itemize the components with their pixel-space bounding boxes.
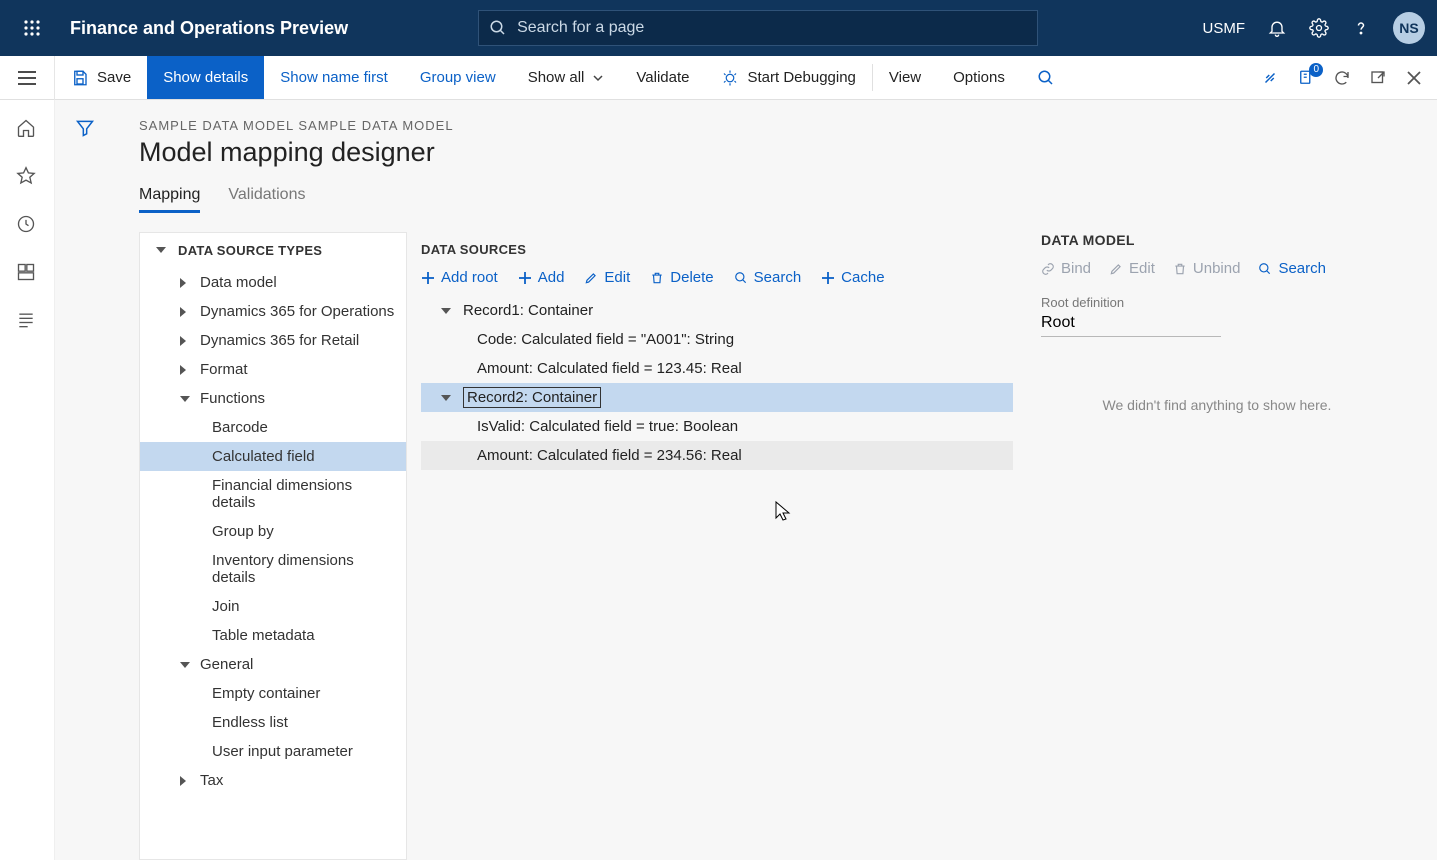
ds-node[interactable]: Amount: Calculated field = 234.56: Real	[421, 441, 1013, 470]
show-name-first-button[interactable]: Show name first	[264, 56, 404, 99]
view-menu[interactable]: View	[873, 56, 937, 99]
dst-item[interactable]: Barcode	[140, 413, 406, 442]
dst-item[interactable]: Dynamics 365 for Retail	[140, 326, 406, 355]
search-button[interactable]: Search	[1258, 260, 1326, 277]
caret-right-icon	[180, 307, 186, 317]
empty-state-text: We didn't find anything to show here.	[1041, 397, 1393, 413]
dst-item[interactable]: Group by	[140, 517, 406, 546]
refresh-icon[interactable]	[1331, 67, 1353, 89]
show-details-button[interactable]: Show details	[147, 56, 264, 99]
home-icon[interactable]	[16, 118, 38, 140]
panel-data-source-types: DATA SOURCE TYPES Data modelDynamics 365…	[139, 232, 407, 860]
dst-item[interactable]: Empty container	[140, 679, 406, 708]
recent-icon[interactable]	[16, 214, 38, 236]
panel-data-model: DATA MODEL Bind Edit Unbind Search Root …	[1027, 232, 1407, 860]
dst-item[interactable]: Data model	[140, 268, 406, 297]
dst-item[interactable]: Calculated field	[140, 442, 406, 471]
dst-item[interactable]: User input parameter	[140, 737, 406, 766]
caret-down-icon	[156, 247, 166, 253]
app-title: Finance and Operations Preview	[70, 18, 348, 39]
modules-icon[interactable]	[16, 310, 38, 332]
dst-item[interactable]: Format	[140, 355, 406, 384]
dst-item[interactable]: Tax	[140, 766, 406, 795]
action-search-button[interactable]	[1021, 56, 1071, 99]
tab-mapping[interactable]: Mapping	[139, 186, 200, 213]
edit-button[interactable]: Edit	[1109, 260, 1155, 277]
search-button[interactable]: Search	[734, 269, 802, 286]
root-definition-label: Root definition	[1041, 295, 1393, 310]
favorites-icon[interactable]	[16, 166, 38, 188]
company-label[interactable]: USMF	[1203, 20, 1246, 37]
group-view-button[interactable]: Group view	[404, 56, 512, 99]
show-all-dropdown[interactable]: Show all	[512, 56, 621, 99]
dst-item[interactable]: Financial dimensions details	[140, 471, 406, 517]
global-search-input[interactable]	[517, 19, 1027, 37]
caret-right-icon	[180, 365, 186, 375]
delete-button[interactable]: Delete	[650, 269, 713, 286]
add-root-button[interactable]: Add root	[421, 269, 498, 286]
caret-down-icon	[441, 308, 451, 314]
ds-header: DATA SOURCES	[421, 232, 1013, 263]
dst-header[interactable]: DATA SOURCE TYPES	[140, 233, 406, 268]
caret-down-icon	[441, 395, 451, 401]
save-icon	[71, 69, 89, 87]
caret-down-icon	[180, 396, 190, 402]
caret-right-icon	[180, 278, 186, 288]
page-title: Model mapping designer	[139, 137, 1437, 168]
ds-node[interactable]: IsValid: Calculated field = true: Boolea…	[421, 412, 1013, 441]
caret-down-icon	[180, 662, 190, 668]
link-icon[interactable]	[1259, 67, 1281, 89]
app-launcher-icon[interactable]	[12, 19, 52, 37]
popout-icon[interactable]	[1367, 67, 1389, 89]
nav-toggle[interactable]	[0, 56, 55, 100]
add-button[interactable]: Add	[518, 269, 565, 286]
filter-icon[interactable]	[75, 118, 95, 860]
action-bar: Save Show details Show name first Group …	[0, 56, 1437, 100]
start-debugging-button[interactable]: Start Debugging	[705, 56, 871, 99]
gear-icon[interactable]	[1309, 18, 1329, 38]
global-search[interactable]	[478, 10, 1038, 46]
caret-right-icon	[180, 336, 186, 346]
search-icon	[489, 19, 507, 37]
bell-icon[interactable]	[1267, 18, 1287, 38]
dm-header: DATA MODEL	[1041, 232, 1393, 260]
dst-item[interactable]: Join	[140, 592, 406, 621]
main-content: SAMPLE DATA MODEL SAMPLE DATA MODEL Mode…	[55, 100, 1437, 860]
validate-button[interactable]: Validate	[620, 56, 705, 99]
ds-node[interactable]: Record1: Container	[421, 296, 1013, 325]
ds-node[interactable]: Code: Calculated field = "A001": String	[421, 325, 1013, 354]
search-icon	[1037, 69, 1055, 87]
save-button[interactable]: Save	[55, 56, 147, 99]
dst-item[interactable]: Dynamics 365 for Operations	[140, 297, 406, 326]
caret-right-icon	[180, 776, 186, 786]
breadcrumb: SAMPLE DATA MODEL SAMPLE DATA MODEL	[139, 118, 1437, 133]
tabs: Mapping Validations	[139, 186, 1437, 214]
close-icon[interactable]	[1403, 67, 1425, 89]
options-menu[interactable]: Options	[937, 56, 1021, 99]
dst-item[interactable]: General	[140, 650, 406, 679]
edit-button[interactable]: Edit	[584, 269, 630, 286]
user-avatar[interactable]: NS	[1393, 12, 1425, 44]
ds-node[interactable]: Record2: Container	[421, 383, 1013, 412]
unbind-button[interactable]: Unbind	[1173, 260, 1241, 277]
top-bar: Finance and Operations Preview USMF NS	[0, 0, 1437, 56]
dst-item[interactable]: Table metadata	[140, 621, 406, 650]
chevron-down-icon	[592, 72, 604, 84]
workspaces-icon[interactable]	[16, 262, 38, 284]
dst-item[interactable]: Functions	[140, 384, 406, 413]
dst-item[interactable]: Endless list	[140, 708, 406, 737]
help-icon[interactable]	[1351, 18, 1371, 38]
ds-node[interactable]: Amount: Calculated field = 123.45: Real	[421, 354, 1013, 383]
panel-data-sources: DATA SOURCES Add root Add Edit Delete Se…	[407, 232, 1027, 860]
bind-button[interactable]: Bind	[1041, 260, 1091, 277]
tab-validations[interactable]: Validations	[228, 186, 305, 213]
attachments-icon[interactable]: 0	[1295, 67, 1317, 89]
dst-item[interactable]: Inventory dimensions details	[140, 546, 406, 592]
root-definition-input[interactable]	[1041, 310, 1221, 337]
left-rail	[0, 100, 55, 860]
debug-icon	[721, 69, 739, 87]
cache-button[interactable]: Cache	[821, 269, 884, 286]
